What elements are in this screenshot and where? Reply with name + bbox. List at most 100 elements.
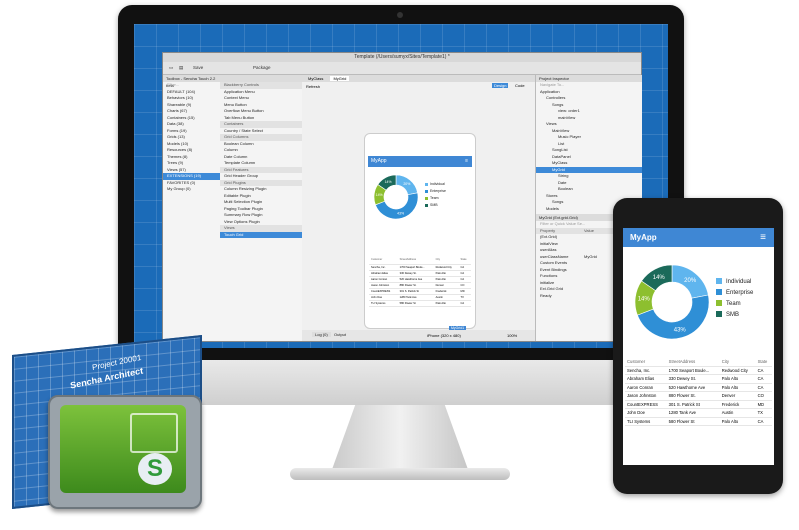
table-cell: TLI Systems — [369, 300, 398, 307]
table-cell: Jason Johnston — [625, 391, 667, 401]
save-button[interactable]: Save — [193, 65, 203, 70]
tablet-screen: MyApp ≡ 20% 43% 14% 14% Individual Enterpris… — [623, 228, 774, 465]
table-cell: John Doe — [625, 408, 667, 418]
grid-column-header[interactable]: City — [433, 256, 459, 265]
legend-swatch — [716, 278, 722, 285]
grid-column-header[interactable]: Customer — [625, 358, 667, 367]
legend-item: Team — [716, 300, 753, 311]
menu-icon[interactable]: ≡ — [465, 156, 468, 167]
package-button[interactable]: Package — [253, 65, 271, 70]
config-name: initialView — [540, 240, 558, 246]
table-row[interactable]: Sencha, Inc. 1700 Seaport Boule... Redwood… — [625, 366, 772, 375]
table-row[interactable]: Aaron Conran 520 Hawthorne Ave Palo Alto CA — [625, 383, 772, 392]
table-row[interactable]: John Doe 1280 Tank Ave Austin TX — [625, 408, 772, 418]
legend-swatch — [716, 289, 722, 296]
preview-title: MyApp — [371, 158, 387, 164]
inspector-title: Project Inspector — [536, 75, 642, 82]
config-name: initialize — [540, 279, 555, 285]
new-file-icon[interactable]: ▭ — [169, 65, 173, 71]
table-cell: Palo Alto — [719, 374, 756, 384]
table-cell: CA — [755, 383, 772, 392]
tab-output[interactable]: Output — [334, 332, 346, 337]
category-list: DEFAULT (104) Behaviors (10) Shareable (9)… — [163, 89, 220, 174]
table-cell: CA — [755, 417, 772, 426]
table-cell: 580 Flower St — [666, 417, 720, 426]
tab-mygrid[interactable]: MyGrid — [330, 76, 350, 81]
legend-swatch — [716, 300, 722, 307]
window-glyph-icon — [130, 413, 178, 453]
table-row[interactable]: CountEXPRESS 301 S. Patrick St Frederick MD — [625, 400, 772, 409]
sencha-logo-icon: S — [138, 453, 172, 485]
table-row[interactable]: TLI Systems 580 Flower St Palo Alto CA — [625, 417, 772, 426]
legend-item: Team — [425, 196, 446, 203]
architect-window: Template (/Users/sumyx/Sites/Template1) … — [162, 52, 642, 342]
zoom-level[interactable]: 100% — [507, 330, 517, 341]
table-cell: TLI Systems — [625, 417, 667, 426]
legend-label: Individual — [430, 182, 445, 186]
preview-legend: Individual Enterprise Team SMB — [425, 182, 446, 210]
config-name: userClassName — [540, 253, 569, 259]
table-cell: 301 S. Patrick St — [666, 400, 720, 409]
toolbox-item[interactable]: Touch Grid — [220, 231, 302, 238]
legend-label: SMB — [430, 203, 438, 207]
pie-label: 14% — [638, 297, 651, 303]
grid-column-header[interactable]: State — [755, 358, 772, 367]
pie-label: 14% — [385, 180, 392, 184]
toolbox-item-list: Blackberry Controls Application Menu Conte… — [220, 82, 302, 238]
refresh-button[interactable]: Refresh — [306, 84, 320, 89]
legend-item: Individual — [425, 182, 446, 189]
table-cell: 330 Dewey St. — [666, 374, 720, 384]
monitor-stand — [330, 405, 470, 475]
legend-swatch — [425, 203, 428, 207]
legend-label: SMB — [726, 312, 740, 318]
grid-column-header[interactable]: Customer — [369, 256, 398, 265]
table-cell: 1700 Seaport Boule... — [666, 366, 720, 375]
code-button[interactable]: Code — [515, 83, 525, 88]
table-row[interactable]: Jason Johnston 880 Flower St. Denver CO — [625, 391, 772, 401]
grid-column-header[interactable]: StreetAddress — [397, 256, 434, 265]
grid-column-header[interactable]: City — [719, 358, 756, 367]
legend-swatch — [425, 182, 428, 186]
tablet-donut: 20% 43% 14% 14% — [634, 264, 710, 340]
config-col-property: Property — [540, 227, 556, 233]
category-my-group[interactable]: My Group (0) — [163, 186, 220, 193]
toolbar: ▭ ▤ Save Package — [163, 62, 641, 75]
table-row[interactable]: TLI Systems 580 Flower St Palo Alto CA — [369, 300, 471, 307]
grid-column-header[interactable]: State — [458, 256, 471, 265]
table-cell: 880 Flower St. — [666, 391, 720, 401]
tab-log[interactable]: Log (0) — [312, 332, 331, 337]
device-select[interactable]: iPhone (320 x 480) — [427, 330, 461, 341]
grid-header-row: Customer StreetAddress City State — [625, 358, 772, 367]
grid-column-header[interactable]: StreetAddress — [666, 358, 720, 367]
table-cell: Abraham Elias — [625, 374, 667, 384]
config-name: userAlias — [540, 247, 557, 252]
config-name: (Ext.Grid) — [540, 234, 558, 239]
tablet-app-title: MyApp — [630, 233, 657, 242]
legend-label: Enterprise — [430, 189, 446, 193]
table-cell: CA — [458, 300, 471, 307]
legend-swatch — [425, 196, 428, 200]
design-canvas: MyClass MyGrid Refresh Design Code MyApp… — [302, 75, 535, 341]
pie-label: 14% — [376, 193, 383, 197]
legend-item: Individual — [716, 278, 753, 289]
table-cell: CountEXPRESS — [625, 400, 667, 409]
table-cell: TX — [755, 408, 772, 418]
table-cell: Sencha, Inc. — [625, 366, 667, 375]
table-cell: CA — [755, 366, 772, 375]
open-folder-icon[interactable]: ▤ — [179, 65, 183, 71]
grid-header-row: Customer StreetAddress City State — [369, 256, 471, 265]
design-button[interactable]: Design — [492, 83, 509, 88]
table-cell: Aaron Conran — [625, 383, 667, 392]
pie-label: 20% — [684, 278, 697, 284]
table-cell: 520 Hawthorne Ave — [666, 383, 720, 392]
menu-icon[interactable]: ≡ — [760, 228, 766, 247]
tab-myclass[interactable]: MyClass — [308, 76, 323, 81]
table-cell: 580 Flower St — [397, 300, 434, 307]
monitor-base — [290, 468, 510, 480]
table-row[interactable]: Abraham Elias 330 Dewey St. Palo Alto CA — [625, 374, 772, 384]
pie-label: 43% — [674, 327, 687, 333]
table-cell: Palo Alto — [719, 417, 756, 426]
inspector-tree: Application Controllers Songs view: order1 m… — [536, 89, 642, 213]
table-cell: MD — [755, 400, 772, 409]
monitor-screen: Template (/Users/sumyx/Sites/Template1) … — [134, 24, 668, 348]
